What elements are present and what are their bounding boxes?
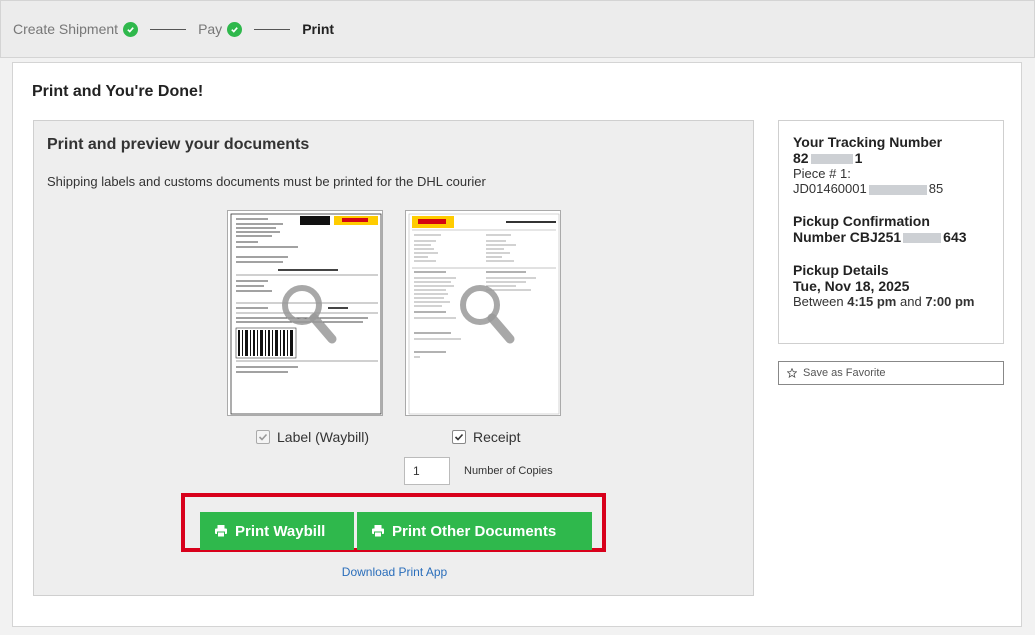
step-label: Create Shipment bbox=[13, 21, 119, 37]
redaction-mask bbox=[903, 233, 942, 244]
printer-icon bbox=[372, 525, 384, 538]
documents-title: Print and preview your documents bbox=[47, 136, 310, 153]
checkbox-label: Receipt bbox=[473, 429, 521, 445]
pickup-details-heading: Pickup Details bbox=[793, 262, 889, 278]
save-as-favorite-button[interactable]: Save as Favorite bbox=[778, 361, 1004, 385]
copies-field: Number of Copies bbox=[404, 457, 553, 485]
main-panel: Print and You're Done! Print and preview… bbox=[12, 62, 1022, 627]
progress-bar: Create Shipment Pay Print bbox=[0, 0, 1035, 58]
waybill-preview[interactable] bbox=[227, 210, 383, 416]
pickup-confirmation-number: Number CBJ251 643 bbox=[793, 229, 967, 245]
step-label: Print bbox=[302, 21, 335, 37]
pickup-date: Tue, Nov 18, 2025 bbox=[793, 278, 910, 294]
step-label: Pay bbox=[198, 21, 223, 37]
redaction-mask bbox=[868, 184, 927, 195]
button-label: Print Other Documents bbox=[392, 522, 557, 540]
copies-input[interactable] bbox=[404, 457, 450, 485]
magnifier-icon bbox=[282, 285, 337, 344]
receipt-checkbox[interactable]: Receipt bbox=[452, 429, 520, 445]
printer-icon bbox=[215, 525, 227, 538]
favorite-label: Save as Favorite bbox=[803, 367, 886, 379]
check-circle-icon bbox=[227, 21, 243, 37]
step-print: Print bbox=[302, 21, 334, 37]
piece-label: Piece # 1: bbox=[793, 166, 851, 181]
piece-number: JD01460001 85 bbox=[793, 181, 944, 196]
step-pay[interactable]: Pay bbox=[198, 21, 243, 37]
print-other-documents-button[interactable]: Print Other Documents bbox=[357, 512, 592, 550]
button-label: Print Waybill bbox=[235, 522, 326, 540]
step-separator bbox=[150, 28, 187, 30]
checkbox[interactable] bbox=[452, 430, 466, 444]
pickup-confirmation-heading: Pickup Confirmation bbox=[793, 213, 930, 229]
documents-section: Print and preview your documents Shippin… bbox=[33, 120, 754, 596]
magnifier-icon bbox=[460, 285, 515, 344]
step-separator bbox=[254, 28, 291, 30]
step-create-shipment[interactable]: Create Shipment bbox=[13, 21, 139, 37]
download-print-app-link[interactable]: Download Print App bbox=[34, 565, 755, 579]
print-buttons-highlight: Print Waybill Print Other Documents bbox=[181, 493, 606, 552]
page-title: Print and You're Done! bbox=[32, 83, 204, 100]
copies-label: Number of Copies bbox=[464, 465, 553, 477]
star-icon bbox=[787, 368, 797, 378]
receipt-preview[interactable] bbox=[405, 210, 561, 416]
print-waybill-button[interactable]: Print Waybill bbox=[200, 512, 354, 550]
tracking-number: 82 1 bbox=[793, 150, 863, 166]
pickup-window: Between 4:15 pm and 7:00 pm bbox=[793, 294, 975, 309]
tracking-heading: Your Tracking Number bbox=[793, 134, 943, 150]
documents-description: Shipping labels and customs documents mu… bbox=[47, 174, 486, 189]
check-circle-icon bbox=[123, 21, 139, 37]
tracking-summary: Your Tracking Number 82 1 Piece # 1: JD01… bbox=[778, 120, 1004, 344]
redaction-mask bbox=[810, 154, 853, 165]
checkbox[interactable] bbox=[256, 430, 270, 444]
label-waybill-checkbox[interactable]: Label (Waybill) bbox=[256, 429, 369, 445]
checkbox-label: Label (Waybill) bbox=[277, 429, 370, 445]
